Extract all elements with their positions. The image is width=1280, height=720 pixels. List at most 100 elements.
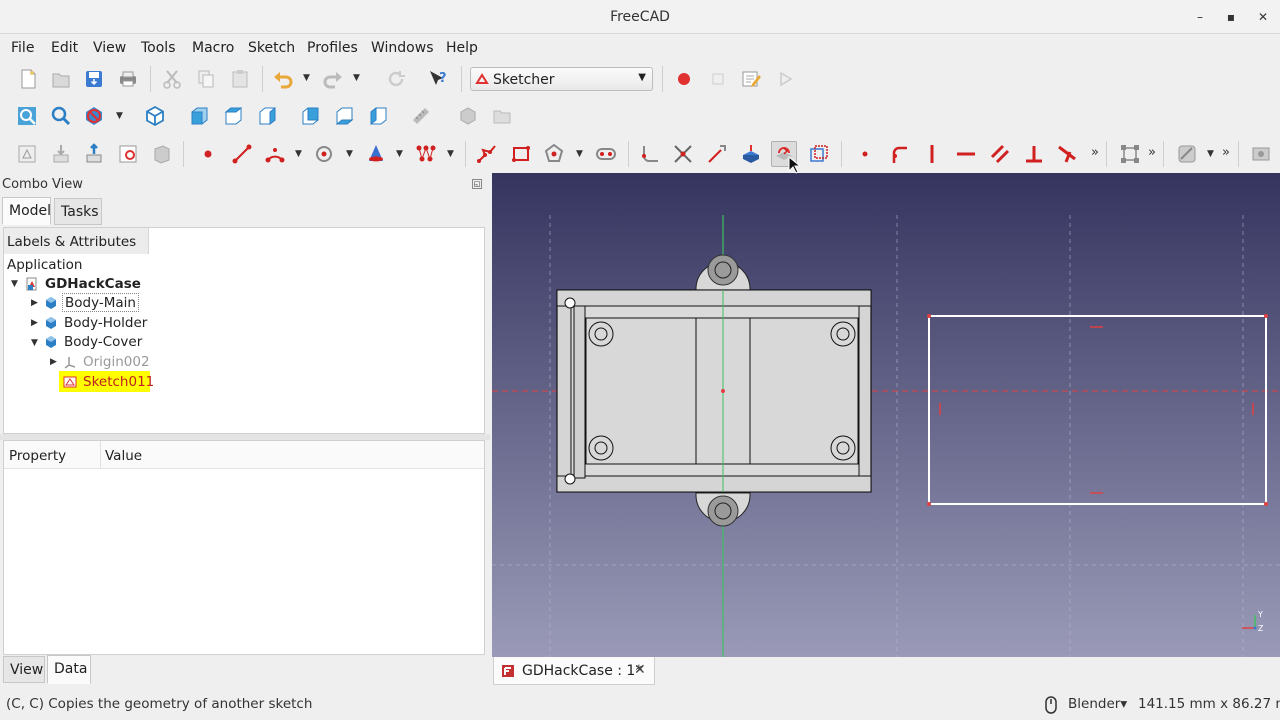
conic-icon[interactable] [363, 141, 389, 167]
constrain-horizontal-icon[interactable] [953, 141, 979, 167]
left-view-icon[interactable] [365, 103, 391, 129]
construction-mode-icon[interactable] [806, 141, 832, 167]
line-icon[interactable] [229, 141, 255, 167]
edit-sketch-icon[interactable] [48, 141, 74, 167]
more-bspline-icon[interactable]: » [1222, 145, 1230, 160]
undo-dropdown-icon[interactable]: ▼ [303, 73, 310, 83]
arc-icon[interactable] [262, 141, 288, 167]
rectangle-icon[interactable] [508, 141, 534, 167]
undo-icon[interactable] [270, 66, 296, 92]
tab-data[interactable]: Data [47, 655, 91, 684]
expand-arrow-icon[interactable]: ▶ [50, 357, 57, 367]
circle-dropdown-icon[interactable]: ▼ [346, 149, 353, 159]
navigation-style-selector[interactable]: Blender▾ [1068, 696, 1127, 712]
save-icon[interactable] [81, 66, 107, 92]
stop-macro-icon[interactable] [705, 66, 731, 92]
constrain-parallel-icon[interactable] [987, 141, 1013, 167]
whats-this-icon[interactable]: ? [425, 66, 451, 92]
top-view-icon[interactable] [220, 103, 246, 129]
print-icon[interactable] [115, 66, 141, 92]
tree-item-body-main[interactable]: Body-Main [62, 293, 139, 312]
menu-macro[interactable]: Macro [192, 40, 234, 56]
rear-view-icon[interactable] [297, 103, 323, 129]
bspline-tools-dropdown-icon[interactable]: ▼ [1207, 149, 1214, 159]
point-icon[interactable] [195, 141, 221, 167]
bspline-dropdown-icon[interactable]: ▼ [447, 149, 454, 159]
constrain-coincident-icon[interactable] [852, 141, 878, 167]
new-sketch-icon[interactable] [14, 141, 40, 167]
constrain-tangent-icon[interactable] [1054, 141, 1080, 167]
menu-file[interactable]: File [11, 40, 34, 56]
tree-item-sketch[interactable]: Sketch011 [83, 372, 154, 391]
polyline-icon[interactable] [474, 141, 500, 167]
copy-icon[interactable] [193, 66, 219, 92]
expand-arrow-icon[interactable]: ▶ [31, 318, 38, 328]
menu-help[interactable]: Help [446, 40, 478, 56]
group-icon[interactable] [489, 103, 515, 129]
polygon-icon[interactable] [541, 141, 567, 167]
cut-icon[interactable] [159, 66, 185, 92]
fillet-icon[interactable] [636, 141, 662, 167]
expand-arrow-icon[interactable]: ▶ [31, 298, 38, 308]
constrain-vertical-icon[interactable] [919, 141, 945, 167]
front-view-icon[interactable] [186, 103, 212, 129]
constrain-perpendicular-icon[interactable] [1021, 141, 1047, 167]
select-constraints-icon[interactable] [1117, 141, 1143, 167]
menu-tools[interactable]: Tools [141, 40, 176, 56]
minimize-button[interactable]: – [1189, 6, 1211, 28]
draw-style-icon[interactable] [81, 103, 107, 129]
virtual-space-icon[interactable] [1248, 141, 1274, 167]
document-tab[interactable]: GDHackCase : 1* ✕ [493, 657, 655, 685]
float-panel-icon[interactable]: ◱ [472, 179, 482, 189]
menu-profiles[interactable]: Profiles [307, 40, 358, 56]
tree-item-document[interactable]: GDHackCase [45, 274, 141, 293]
close-button[interactable]: ✕ [1252, 6, 1274, 28]
3d-viewport[interactable]: Y Z [492, 173, 1280, 657]
tab-view[interactable]: View [3, 656, 45, 683]
leave-sketch-icon[interactable] [81, 141, 107, 167]
polygon-dropdown-icon[interactable]: ▼ [576, 149, 583, 159]
workbench-selector[interactable]: Sketcher ▼ [470, 67, 653, 91]
menu-windows[interactable]: Windows [371, 40, 434, 56]
tree-item-origin[interactable]: Origin002 [83, 352, 150, 371]
fit-all-icon[interactable] [14, 103, 40, 129]
edit-macro-icon[interactable] [738, 66, 764, 92]
bottom-view-icon[interactable] [331, 103, 357, 129]
refresh-icon[interactable] [383, 66, 409, 92]
menu-edit[interactable]: Edit [51, 40, 78, 56]
bspline-tools-icon[interactable] [1174, 141, 1200, 167]
part-icon[interactable] [455, 103, 481, 129]
constrain-point-on-object-icon[interactable] [886, 141, 912, 167]
external-geometry-icon[interactable] [738, 141, 764, 167]
open-document-icon[interactable] [48, 66, 74, 92]
more-constraints-icon[interactable]: » [1091, 145, 1099, 160]
conic-dropdown-icon[interactable]: ▼ [396, 149, 403, 159]
redo-icon[interactable] [320, 66, 346, 92]
tree-item-body-cover[interactable]: Body-Cover [64, 332, 142, 351]
extend-icon[interactable] [704, 141, 730, 167]
collapse-arrow-icon[interactable]: ▼ [31, 338, 38, 348]
fit-selection-icon[interactable] [48, 103, 74, 129]
tab-model[interactable]: Model [2, 197, 51, 225]
tree-item-body-holder[interactable]: Body-Holder [64, 313, 147, 332]
bspline-icon[interactable] [413, 141, 439, 167]
record-macro-icon[interactable] [671, 66, 697, 92]
circle-icon[interactable] [311, 141, 337, 167]
draw-style-dropdown-icon[interactable]: ▼ [116, 111, 123, 121]
arc-dropdown-icon[interactable]: ▼ [295, 149, 302, 159]
isometric-view-icon[interactable] [142, 103, 168, 129]
trim-icon[interactable] [670, 141, 696, 167]
slot-icon[interactable] [593, 141, 619, 167]
view-sketch-icon[interactable] [115, 141, 141, 167]
close-tab-icon[interactable]: ✕ [634, 662, 646, 678]
tab-tasks[interactable]: Tasks [54, 198, 102, 225]
part-geometry[interactable] [556, 254, 872, 527]
map-sketch-icon[interactable] [149, 141, 175, 167]
collapse-arrow-icon[interactable]: ▼ [11, 279, 18, 289]
new-document-icon[interactable] [15, 66, 41, 92]
menu-view[interactable]: View [93, 40, 126, 56]
run-macro-icon[interactable] [772, 66, 798, 92]
menu-sketch[interactable]: Sketch [248, 40, 295, 56]
maximize-button[interactable]: ▪ [1220, 6, 1242, 28]
paste-icon[interactable] [227, 66, 253, 92]
